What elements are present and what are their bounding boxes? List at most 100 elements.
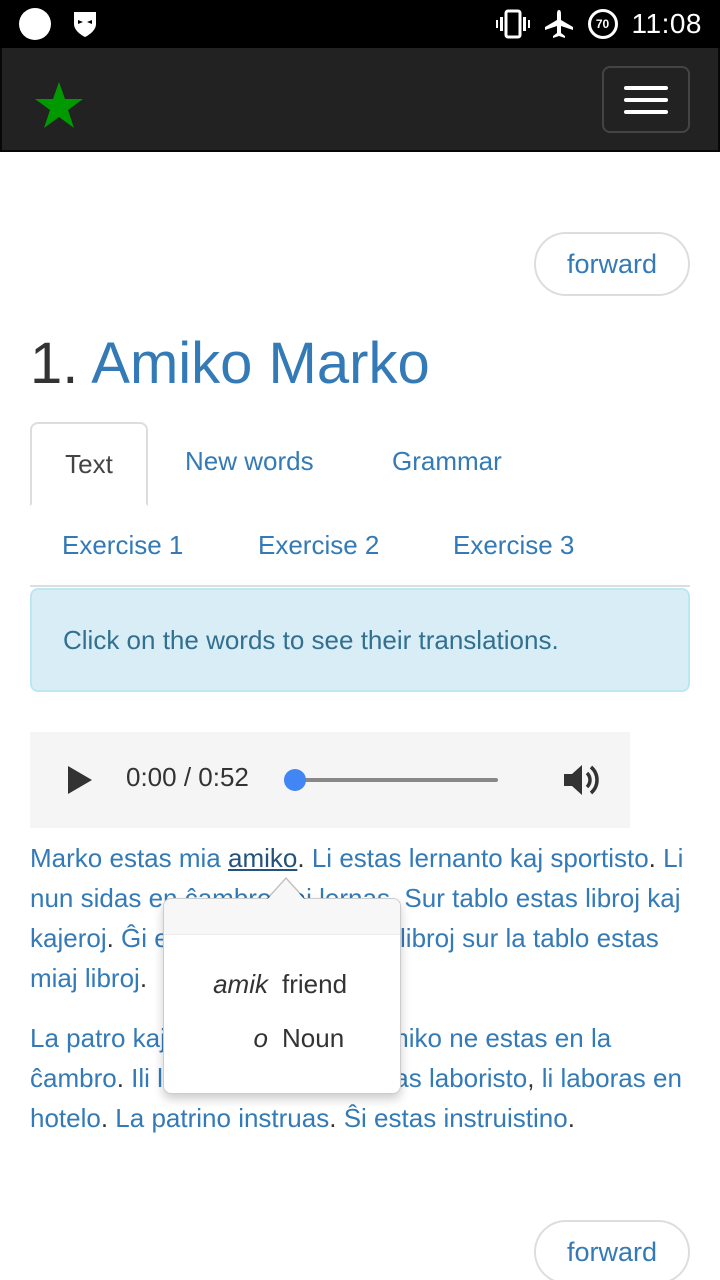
selected-word-link[interactable]: amiko	[228, 843, 297, 873]
word-link[interactable]: en	[555, 1023, 584, 1053]
hamburger-menu-button[interactable]	[602, 66, 690, 133]
audio-seek-handle[interactable]	[284, 769, 306, 791]
popover-header	[164, 899, 400, 935]
audio-time: 0:00 / 0:52	[126, 762, 249, 792]
gloss: Noun	[282, 1023, 345, 1053]
word-link[interactable]: estas	[485, 1023, 547, 1053]
tab-exercise-1[interactable]: Exercise 1	[62, 530, 183, 561]
word-link[interactable]: La	[30, 1023, 59, 1053]
punctuation: .	[567, 1103, 575, 1133]
punctuation: .	[116, 1063, 132, 1093]
punctuation: ,	[527, 1063, 542, 1093]
word-link[interactable]: libroj	[400, 923, 455, 953]
vibrate-icon	[495, 9, 530, 39]
word-link[interactable]: miaj	[30, 963, 78, 993]
tab-exercise-3[interactable]: Exercise 3	[453, 530, 574, 561]
word-link[interactable]: mia	[179, 843, 221, 873]
tabs-divider	[30, 585, 690, 587]
word-link[interactable]: kajeroj	[30, 923, 107, 953]
word-link[interactable]: en	[653, 1063, 682, 1093]
word-link[interactable]: Ŝi	[344, 1103, 367, 1133]
word-link[interactable]: Li	[663, 843, 683, 873]
info-alert: Click on the words to see their translat…	[30, 588, 690, 692]
notification-dot-icon	[19, 8, 51, 40]
data-saver-icon: 70	[587, 9, 618, 39]
popover-row: o Noun	[164, 1023, 345, 1054]
word-link[interactable]: libroj	[585, 883, 640, 913]
word-link[interactable]: nun	[30, 883, 73, 913]
word-link[interactable]: tablo	[533, 923, 589, 953]
status-bar: 70 11:08	[0, 0, 720, 48]
play-icon[interactable]	[68, 766, 92, 794]
tab-text[interactable]: Text	[30, 422, 148, 506]
word-link[interactable]: estas	[109, 843, 171, 873]
word-link[interactable]: patrino	[151, 1103, 231, 1133]
word-link[interactable]: li	[542, 1063, 554, 1093]
tab-new-words[interactable]: New words	[185, 446, 314, 477]
word-link[interactable]: sidas	[81, 883, 142, 913]
word-link[interactable]: lernanto	[409, 843, 503, 873]
word-link[interactable]: kaj	[647, 883, 680, 913]
punctuation: .	[106, 923, 122, 953]
word-link[interactable]: estas	[339, 843, 401, 873]
volume-icon[interactable]	[562, 761, 602, 799]
morpheme: o	[253, 1023, 268, 1053]
page-title: 1. Amiko Marko	[30, 330, 430, 397]
mask-icon	[74, 12, 96, 37]
word-link[interactable]: instruistino	[443, 1103, 567, 1133]
word-link[interactable]: hotelo	[30, 1103, 101, 1133]
tab-exercise-2[interactable]: Exercise 2	[258, 530, 379, 561]
word-link[interactable]: libroj	[85, 963, 140, 993]
tabs-row-2: Exercise 1 Exercise 2 Exercise 3	[30, 506, 690, 584]
lesson-number: 1.	[30, 331, 79, 396]
tabs-row-1: Text New words Grammar	[30, 422, 690, 506]
word-link[interactable]: La	[115, 1103, 144, 1133]
hamburger-icon	[624, 85, 668, 90]
word-link[interactable]: estas	[374, 1103, 436, 1133]
word-link[interactable]: instruas	[238, 1103, 329, 1133]
word-link[interactable]: tablo	[452, 883, 508, 913]
lesson-title: Amiko Marko	[91, 331, 430, 396]
word-link[interactable]: ne	[449, 1023, 478, 1053]
word-link[interactable]: Marko	[30, 843, 102, 873]
word-link[interactable]: Ĝi	[121, 923, 147, 953]
word-link[interactable]: Sur	[404, 883, 444, 913]
word-link[interactable]: Li	[312, 843, 332, 873]
punctuation: .	[329, 1103, 344, 1133]
word-link[interactable]: laboristo	[429, 1063, 527, 1093]
tab-grammar[interactable]: Grammar	[392, 446, 502, 477]
word-link[interactable]: laboras	[560, 1063, 645, 1093]
navbar	[0, 48, 720, 152]
word-link[interactable]: la	[591, 1023, 611, 1053]
word-link[interactable]: kaj	[133, 1023, 166, 1053]
word-link[interactable]: sur	[462, 923, 498, 953]
word-link[interactable]: sportisto	[550, 843, 648, 873]
star-icon[interactable]	[34, 80, 84, 130]
word-link[interactable]: la	[506, 923, 526, 953]
forward-button[interactable]: forward	[534, 232, 690, 296]
word-link[interactable]: Ili	[131, 1063, 150, 1093]
audio-seek-bar[interactable]	[296, 778, 498, 782]
word-link[interactable]: estas	[597, 923, 659, 953]
word-link[interactable]: estas	[516, 883, 578, 913]
morpheme: amik	[213, 969, 268, 999]
word-link[interactable]: kaj	[510, 843, 543, 873]
punctuation: .	[100, 1103, 116, 1133]
forward-button-bottom[interactable]: forward	[534, 1220, 690, 1280]
audio-player: 0:00 / 0:52	[30, 732, 630, 828]
status-time: 11:08	[631, 8, 702, 39]
word-link[interactable]: ĉambro	[30, 1063, 117, 1093]
word-link[interactable]: patro	[66, 1023, 125, 1053]
translation-popover: amik friend o Noun	[163, 877, 401, 1094]
